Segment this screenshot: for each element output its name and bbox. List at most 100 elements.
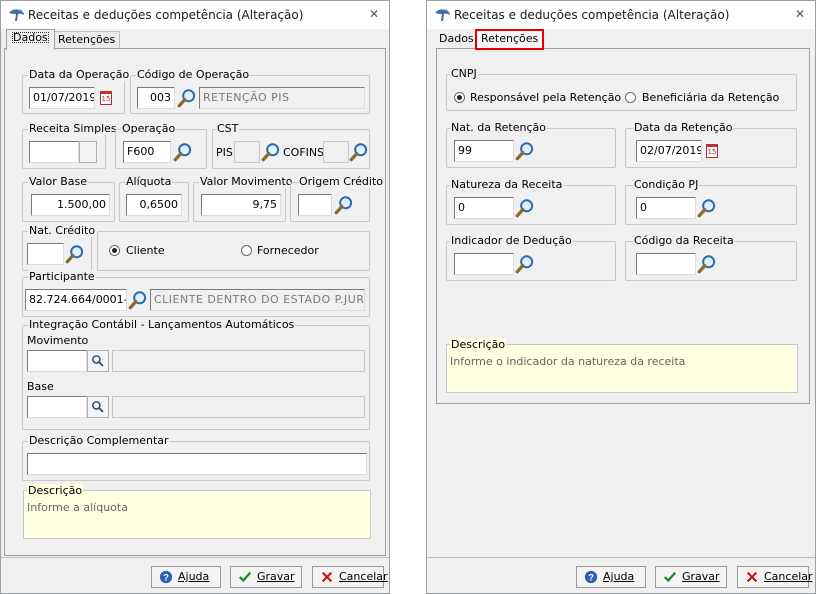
receita-simples-combo[interactable] <box>29 141 79 163</box>
condicao-pj-label: Condição PJ <box>633 178 700 191</box>
magnifier-icon[interactable] <box>348 141 370 163</box>
radio-beneficiaria[interactable] <box>625 92 636 103</box>
natureza-receita-field[interactable]: 0 <box>454 197 514 219</box>
group-natureza-receita: Natureza da Receita 0 <box>446 178 616 225</box>
codigo-operacao-field[interactable]: 003 <box>137 87 175 109</box>
origem-credito-field[interactable] <box>298 194 332 216</box>
descricao-complementar-field[interactable] <box>27 453 367 475</box>
tab-dados[interactable]: Dados <box>6 29 55 50</box>
ajuda-button[interactable]: ? Ajuda <box>151 566 221 588</box>
group-cst: CST PIS COFINS <box>212 122 370 169</box>
magnifier-icon[interactable] <box>696 253 718 275</box>
data-retencao-field[interactable]: 02/07/2019 <box>636 140 702 162</box>
gravar-button[interactable]: Gravar <box>230 566 302 588</box>
cst-pis-field[interactable] <box>234 141 260 163</box>
window-dados: Receitas e deduções competência (Alteraç… <box>0 0 390 594</box>
codigo-receita-label: Código da Receita <box>633 234 735 247</box>
calendar-icon[interactable]: 15 <box>100 91 112 105</box>
movimento-search-button[interactable] <box>87 350 109 372</box>
check-icon <box>663 571 677 583</box>
cst-cofins-field[interactable] <box>323 141 349 163</box>
close-icon[interactable]: ✕ <box>795 7 805 21</box>
nat-credito-field[interactable] <box>27 243 64 265</box>
magnifier-icon[interactable] <box>260 141 282 163</box>
button-bar: ? Ajuda Gravar Cancelar <box>1 557 389 593</box>
check-icon <box>238 571 252 583</box>
data-retencao-label: Data da Retenção <box>633 121 734 134</box>
cancelar-label: Cancelar <box>339 570 388 583</box>
magnifier-icon[interactable] <box>64 243 86 265</box>
base-field[interactable] <box>27 396 87 418</box>
cst-cofins-label: COFINS <box>283 146 325 159</box>
magnifier-icon[interactable] <box>172 141 194 163</box>
cancelar-button[interactable]: Cancelar <box>737 566 813 588</box>
cancelar-button[interactable]: Cancelar <box>312 566 388 588</box>
tab-retencoes[interactable]: Retenções <box>53 31 121 49</box>
title-bar: Receitas e deduções competência (Alteraç… <box>427 1 815 29</box>
group-origem-credito: Origem Crédito <box>290 175 385 222</box>
ajuda-button[interactable]: ? Ajuda <box>576 566 646 588</box>
button-bar: ? Ajuda Gravar Cancelar <box>427 557 815 593</box>
magnifier-icon[interactable] <box>333 194 355 216</box>
tab-dados[interactable]: Dados <box>435 31 478 49</box>
descricao-label: Descrição <box>450 338 507 351</box>
valor-movimento-label: Valor Movimento <box>199 175 294 188</box>
valor-base-label: Valor Base <box>28 175 89 188</box>
group-tipo-participante: Cliente Fornecedor <box>97 231 370 271</box>
nat-retencao-field[interactable]: 99 <box>454 140 514 162</box>
valor-base-field[interactable]: 1.500,00 <box>31 194 110 216</box>
valor-movimento-field[interactable]: 9,75 <box>201 194 281 216</box>
group-participante: Participante 82.724.664/0001-68 CLIENTE … <box>22 270 370 317</box>
magnifier-icon[interactable] <box>514 197 536 219</box>
magnifier-icon[interactable] <box>696 197 718 219</box>
magnifier-icon[interactable] <box>514 140 536 162</box>
magnifier-icon[interactable] <box>514 253 536 275</box>
tab-retencoes-label: Retenções <box>58 33 116 46</box>
radio-cliente[interactable] <box>109 245 120 256</box>
app-icon <box>8 7 25 22</box>
radio-fornecedor-label: Fornecedor <box>257 244 319 257</box>
descricao-box: Descrição Informe a alíquota <box>23 484 371 539</box>
radio-responsavel-label: Responsável pela Retenção <box>470 91 622 104</box>
participante-field[interactable]: 82.724.664/0001-68 <box>25 289 127 311</box>
magnifier-icon[interactable] <box>127 289 149 311</box>
group-indicador-deducao: Indicador de Dedução <box>446 234 616 281</box>
tab-retencoes[interactable]: Retenções <box>475 29 545 50</box>
window-retencoes: Receitas e deduções competência (Alteraç… <box>426 0 816 594</box>
data-operacao-field[interactable]: 01/07/2019 <box>29 87 95 109</box>
operacao-field[interactable]: F600 <box>123 141 171 163</box>
condicao-pj-field[interactable]: 0 <box>636 197 696 219</box>
nat-credito-label: Nat. Crédito <box>28 224 97 237</box>
gravar-button[interactable]: Gravar <box>655 566 727 588</box>
receita-simples-dropdown-button[interactable] <box>79 141 97 163</box>
integracao-label: Integração Contábil - Lançamentos Automá… <box>28 318 296 331</box>
ajuda-label: Ajuda <box>603 570 635 583</box>
aliquota-label: Alíquota <box>125 175 173 188</box>
svg-text:?: ? <box>163 573 169 584</box>
close-icon[interactable]: ✕ <box>369 7 379 21</box>
origem-credito-label: Origem Crédito <box>298 175 385 188</box>
aliquota-field[interactable]: 0,6500 <box>126 194 182 216</box>
group-integracao-contabil: Integração Contábil - Lançamentos Automá… <box>22 318 370 430</box>
cst-label: CST <box>216 122 240 135</box>
movimento-desc <box>112 350 365 372</box>
app-icon <box>434 7 451 22</box>
group-valor-base: Valor Base 1.500,00 <box>22 175 115 222</box>
retencoes-panel: CNPJ Responsável pela Retenção Beneficiá… <box>436 48 810 404</box>
base-search-button[interactable] <box>87 396 109 418</box>
codigo-receita-field[interactable] <box>636 253 696 275</box>
title-bar: Receitas e deduções competência (Alteraç… <box>1 1 389 29</box>
magnifier-icon[interactable] <box>176 87 198 109</box>
radio-responsavel[interactable] <box>454 92 465 103</box>
group-codigo-receita: Código da Receita <box>625 234 797 281</box>
calendar-icon[interactable]: 15 <box>706 144 718 158</box>
indicador-deducao-field[interactable] <box>454 253 514 275</box>
help-icon: ? <box>159 570 173 584</box>
cnpj-label: CNPJ <box>450 67 478 80</box>
receita-simples-label: Receita Simples <box>28 122 118 135</box>
group-receita-simples: Receita Simples <box>22 122 118 169</box>
group-descricao-complementar: Descrição Complementar <box>22 434 370 481</box>
radio-fornecedor[interactable] <box>241 245 252 256</box>
radio-beneficiaria-label: Beneficiária da Retenção <box>642 91 780 104</box>
movimento-field[interactable] <box>27 350 87 372</box>
